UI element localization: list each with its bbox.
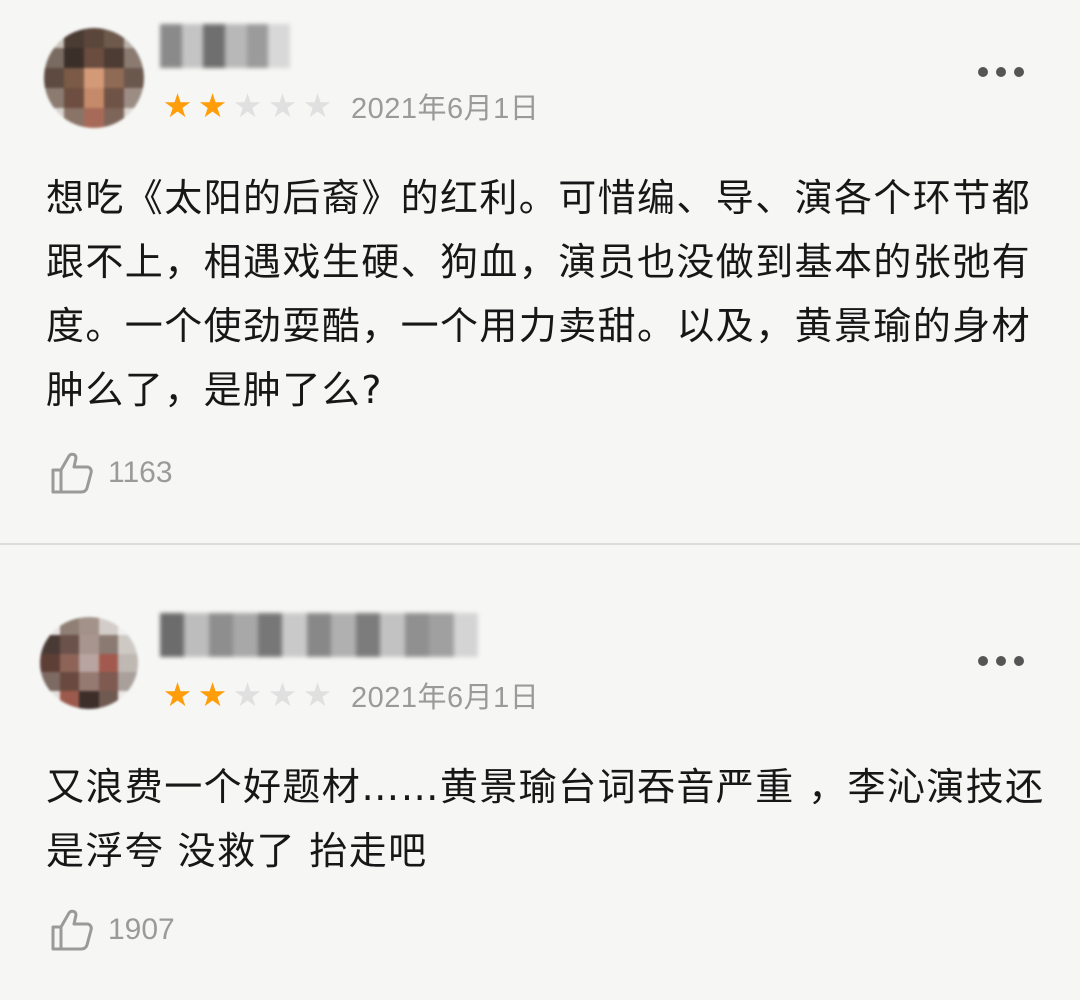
star-icon: ★ xyxy=(267,675,298,714)
star-icon: ★ xyxy=(232,675,263,714)
star-icon: ★ xyxy=(162,675,193,714)
review-text: 又浪费一个好题材……黄景瑜台词吞音严重 ，李沁演技还是浮夸 没救了 抬走吧 xyxy=(46,765,1045,873)
review-meta: ★ ★ ★ ★ ★ 2021年6月1日 xyxy=(160,675,539,715)
review-date: 2021年6月1日 xyxy=(351,682,540,714)
like-button[interactable]: 1907 xyxy=(48,905,175,955)
review-text: 想吃《太阳的后裔》的红利。可惜编、导、演各个环节都跟不上，相遇戏生硬、狗血，演员… xyxy=(46,176,1032,412)
more-icon xyxy=(978,656,988,666)
like-count: 1163 xyxy=(108,456,173,489)
more-options-button[interactable] xyxy=(978,66,1024,78)
star-icon: ★ xyxy=(302,675,333,714)
star-icon: ★ xyxy=(267,86,298,125)
avatar[interactable] xyxy=(40,617,138,709)
pixelated-avatar-image xyxy=(40,617,138,709)
star-icon: ★ xyxy=(197,86,228,125)
like-button[interactable]: 1163 xyxy=(48,448,173,498)
username-redacted[interactable] xyxy=(160,613,479,657)
star-icon: ★ xyxy=(232,86,263,125)
star-icon: ★ xyxy=(162,86,193,125)
avatar[interactable] xyxy=(44,28,144,128)
more-options-button[interactable] xyxy=(978,655,1024,667)
review-meta: ★ ★ ★ ★ ★ 2021年6月1日 xyxy=(160,86,539,126)
review-card: ★ ★ ★ ★ ★ 2021年6月1日 又浪费一个好题材……黄景瑜台词吞音严重 ，李沁演… xyxy=(0,545,1080,1000)
review-date: 2021年6月1日 xyxy=(351,93,540,125)
thumbs-up-icon xyxy=(51,452,93,494)
review-card: ★ ★ ★ ★ ★ 2021年6月1日 想吃《太阳的后裔》的红利。可惜编、导、演各个环节… xyxy=(0,0,1080,543)
thumbs-up-icon xyxy=(51,909,93,951)
star-icon: ★ xyxy=(302,86,333,125)
more-icon xyxy=(978,67,988,77)
star-icon: ★ xyxy=(197,675,228,714)
star-rating: ★ ★ ★ ★ ★ xyxy=(160,675,335,715)
pixelated-avatar-image xyxy=(44,28,144,128)
star-rating: ★ ★ ★ ★ ★ xyxy=(160,86,335,126)
like-count: 1907 xyxy=(108,913,175,946)
username-redacted[interactable] xyxy=(160,24,291,68)
